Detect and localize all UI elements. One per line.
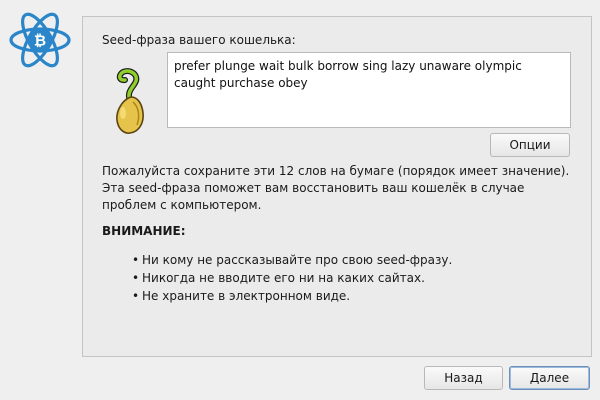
back-button[interactable]: Назад [424, 366, 503, 390]
next-button[interactable]: Далее [509, 366, 590, 390]
instructions-text: Пожалуйста сохраните эти 12 слов на бума… [102, 164, 570, 212]
warning-item: Никогда не вводите его ни на каких сайта… [132, 269, 452, 287]
seed-phrase-text-area[interactable]: prefer plunge wait bulk borrow sing lazy… [167, 52, 571, 128]
seed-heading: Seed-фраза вашего кошелька: [102, 33, 296, 47]
options-button[interactable]: Опции [490, 133, 570, 157]
warning-item: Не храните в электронном виде. [132, 287, 452, 305]
warning-item: Ни кому не рассказывайте про свою seed-ф… [132, 251, 452, 269]
electrum-logo-icon: ₿ [8, 10, 72, 70]
svg-text:₿: ₿ [34, 32, 46, 50]
warning-list: Ни кому не рассказывайте про свою seed-ф… [132, 251, 452, 305]
warning-title: ВНИМАНИЕ: [102, 224, 186, 238]
sprouting-seed-icon [108, 57, 154, 137]
seed-panel: Seed-фраза вашего кошелька: prefer plung… [82, 16, 592, 357]
